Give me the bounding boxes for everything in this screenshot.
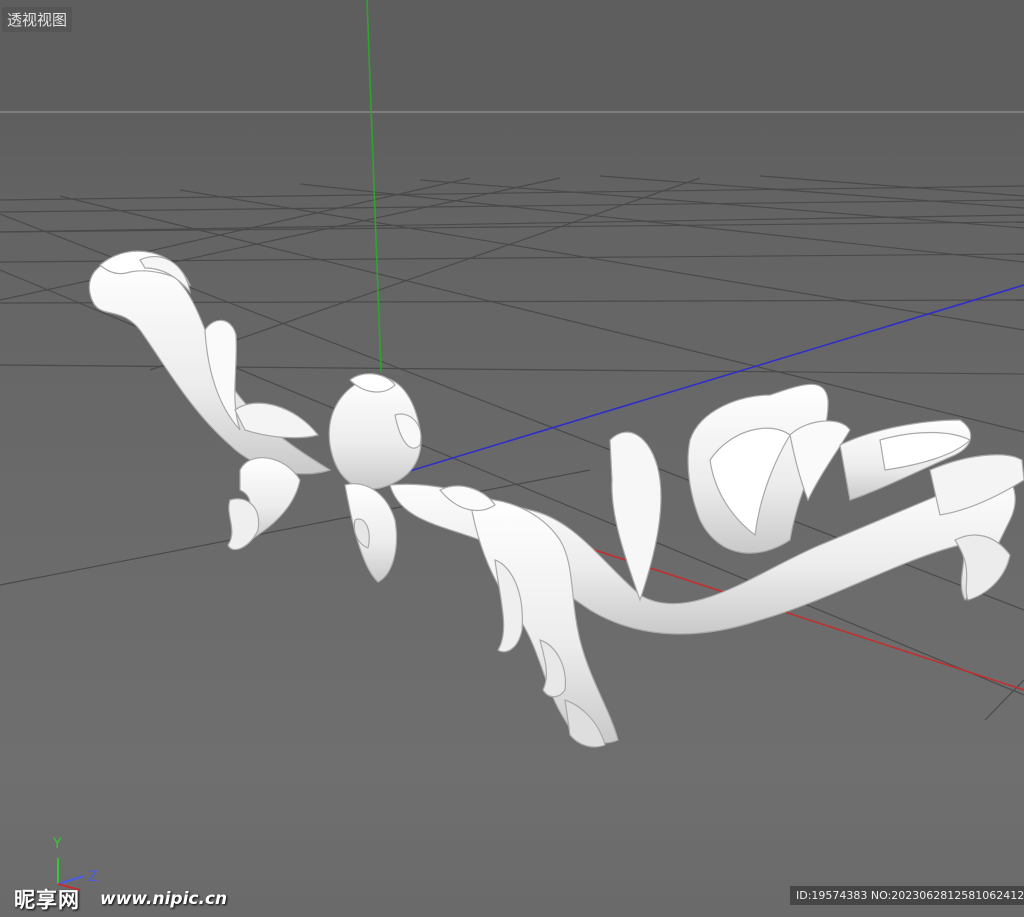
ornamental-carving[interactable] bbox=[88, 250, 1024, 748]
3d-viewport[interactable]: 透视视图 Y Z 昵享网 www.nipic.cn ID:19574383 NO… bbox=[0, 0, 1024, 917]
gizmo-z-label: Z bbox=[88, 869, 98, 885]
axis-y-line bbox=[366, 0, 382, 373]
gizmo-z-axis bbox=[57, 875, 85, 885]
image-id-badge: ID:19574383 NO:20230628125810624128 bbox=[790, 886, 1024, 905]
view-label[interactable]: 透视视图 bbox=[2, 7, 73, 32]
gizmo-y-label: Y bbox=[53, 836, 62, 852]
viewport-scene[interactable] bbox=[0, 0, 1024, 917]
watermark-site: www.nipic.cn bbox=[100, 889, 228, 909]
watermark-logo: 昵享网 bbox=[14, 888, 80, 912]
